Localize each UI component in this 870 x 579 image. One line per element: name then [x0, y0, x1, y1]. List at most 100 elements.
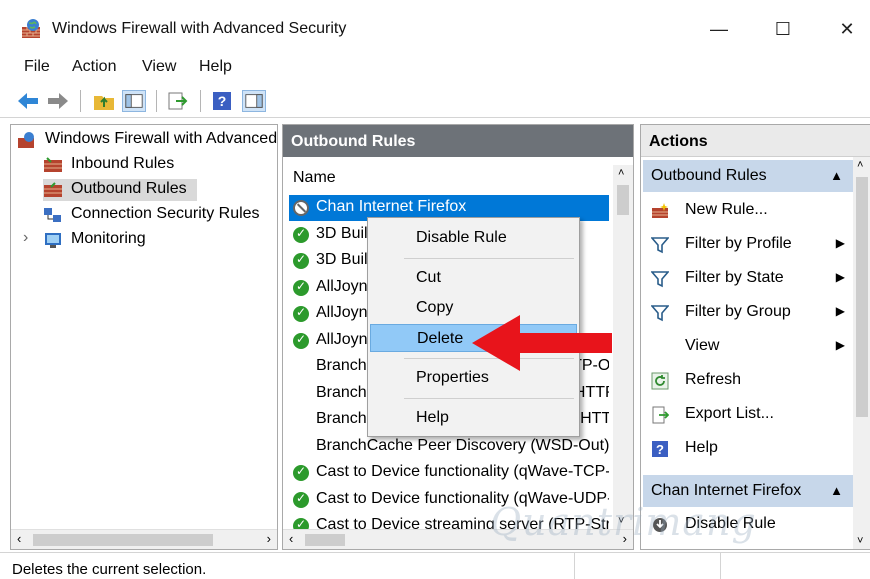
- menu-view[interactable]: View: [142, 58, 176, 76]
- minimize-button[interactable]: —: [696, 10, 742, 48]
- section-label: Outbound Rules: [651, 167, 767, 184]
- svg-text:?: ?: [218, 93, 227, 109]
- scroll-down-icon[interactable]: ˅: [857, 535, 863, 547]
- enabled-check-icon: [293, 252, 309, 269]
- action-item-filter-by-state[interactable]: Filter by State ▶: [643, 264, 853, 294]
- rule-name: Cast to Device functionality (qWave-TCP-…: [316, 463, 609, 480]
- scroll-up-icon[interactable]: ˄: [857, 159, 863, 171]
- rule-row[interactable]: Cast to Device functionality (qWave-TCP-…: [289, 460, 609, 486]
- help-icon[interactable]: ?: [210, 90, 234, 112]
- menu-separator: [404, 398, 574, 399]
- actions-title: Actions: [641, 125, 870, 157]
- collapse-icon[interactable]: ▲: [830, 483, 843, 498]
- actions-vertical-scrollbar[interactable]: ˄ ˅: [853, 157, 870, 549]
- action-item-help[interactable]: ? Help: [643, 434, 853, 464]
- ctx-item-label: Delete: [417, 330, 464, 347]
- action-label: Filter by Group: [685, 303, 791, 320]
- scrollbar-thumb[interactable]: [305, 534, 345, 546]
- console-tree: Windows Firewall with Advanced Security …: [10, 124, 278, 550]
- ctx-help[interactable]: Help: [370, 404, 577, 432]
- action-item-filter-by-profile[interactable]: Filter by Profile ▶: [643, 230, 853, 260]
- monitoring-icon: [45, 233, 61, 248]
- svg-text:?: ?: [656, 442, 664, 457]
- actions-pane: Actions Outbound Rules ▲ New Rule... Filt…: [640, 124, 870, 550]
- refresh-icon: [651, 372, 669, 390]
- enabled-check-icon: [293, 491, 309, 508]
- rules-vertical-scrollbar[interactable]: ˄ ˅: [613, 165, 633, 529]
- submenu-arrow-icon: ▶: [835, 304, 845, 318]
- tree-item-label: Connection Security Rules: [71, 205, 260, 222]
- scrollbar-thumb[interactable]: [856, 177, 868, 417]
- enabled-check-icon: [293, 226, 309, 243]
- ctx-cut[interactable]: Cut: [370, 264, 577, 292]
- toolbar: ?: [0, 82, 870, 118]
- filter-icon: [651, 237, 669, 254]
- rule-row[interactable]: BranchCache Peer Discovery (WSD-Out): [289, 434, 609, 460]
- filter-icon: [651, 271, 669, 288]
- menu-action[interactable]: Action: [72, 58, 116, 76]
- tree-horizontal-scrollbar[interactable]: ‹ ›: [11, 529, 277, 549]
- action-label: Filter by State: [685, 269, 784, 286]
- tree-item-outbound-rules[interactable]: Outbound Rules: [43, 179, 197, 201]
- ctx-disable-rule[interactable]: Disable Rule: [370, 224, 577, 252]
- red-arrow-icon: [472, 315, 612, 371]
- scrollbar-thumb[interactable]: [617, 185, 629, 215]
- status-divider: [720, 553, 721, 579]
- collapse-icon[interactable]: ▲: [830, 168, 843, 183]
- scroll-left-icon[interactable]: ‹: [289, 531, 293, 546]
- ctx-item-label: Cut: [416, 269, 441, 286]
- column-header-name[interactable]: Name: [293, 169, 336, 187]
- toolbar-separator: [200, 90, 201, 112]
- menu-bar: File Action View Help: [0, 56, 870, 82]
- expand-chevron-icon[interactable]: ›: [23, 229, 28, 247]
- action-item-refresh[interactable]: Refresh: [643, 366, 853, 396]
- window-title: Windows Firewall with Advanced Security: [52, 20, 347, 37]
- tree-item-label: Monitoring: [71, 230, 146, 247]
- action-label: Refresh: [685, 371, 742, 388]
- firewall-app-icon: [22, 19, 40, 38]
- pane-title: Outbound Rules: [283, 125, 633, 157]
- toolbar-separator: [156, 90, 157, 112]
- outbound-rules-icon: [44, 182, 62, 197]
- export-list-icon[interactable]: [166, 90, 190, 112]
- forward-arrow-icon[interactable]: [46, 90, 70, 112]
- submenu-arrow-icon: ▶: [835, 338, 845, 352]
- connection-security-icon: [44, 208, 61, 222]
- action-item-new-rule[interactable]: New Rule...: [643, 196, 853, 226]
- action-item-filter-by-group[interactable]: Filter by Group ▶: [643, 298, 853, 328]
- ctx-item-label: Help: [416, 409, 449, 426]
- menu-file[interactable]: File: [24, 58, 50, 76]
- help-icon: ?: [652, 441, 668, 457]
- show-hide-console-tree-icon[interactable]: [122, 90, 146, 112]
- close-button[interactable]: ✕: [824, 10, 870, 48]
- menu-help[interactable]: Help: [199, 58, 232, 76]
- scroll-left-icon[interactable]: ‹: [17, 531, 21, 546]
- toolbar-separator: [80, 90, 81, 112]
- status-text: Deletes the current selection.: [12, 561, 207, 578]
- action-item-export-list[interactable]: Export List...: [643, 400, 853, 430]
- rule-name: BranchCache Peer Discovery (WSD-Out): [316, 436, 609, 454]
- back-arrow-icon[interactable]: [16, 90, 40, 112]
- scroll-up-icon[interactable]: ˄: [618, 167, 624, 179]
- enabled-check-icon: [293, 305, 309, 322]
- inbound-rules-icon: [44, 157, 62, 172]
- show-hide-action-pane-icon[interactable]: [242, 90, 266, 112]
- maximize-button[interactable]: ☐: [760, 10, 806, 48]
- up-folder-icon[interactable]: [92, 90, 116, 112]
- ctx-item-label: Disable Rule: [416, 229, 507, 246]
- filter-icon: [651, 305, 669, 322]
- actions-section-outbound-rules[interactable]: Outbound Rules ▲: [643, 160, 853, 192]
- enabled-check-icon: [293, 464, 309, 481]
- submenu-arrow-icon: ▶: [835, 236, 845, 250]
- enabled-check-icon: [293, 279, 309, 296]
- enabled-check-icon: [293, 332, 309, 349]
- firewall-icon: [18, 132, 34, 148]
- action-item-view[interactable]: View ▶: [643, 332, 853, 362]
- ctx-item-label: Copy: [416, 299, 454, 316]
- scrollbar-thumb[interactable]: [33, 534, 213, 546]
- title-bar: Windows Firewall with Advanced Security …: [0, 0, 870, 56]
- action-label: New Rule...: [685, 201, 768, 218]
- scroll-right-icon[interactable]: ›: [267, 531, 271, 546]
- tree-item-label: Windows Firewall with Advanced Security: [45, 130, 278, 147]
- action-label: Export List...: [685, 405, 774, 422]
